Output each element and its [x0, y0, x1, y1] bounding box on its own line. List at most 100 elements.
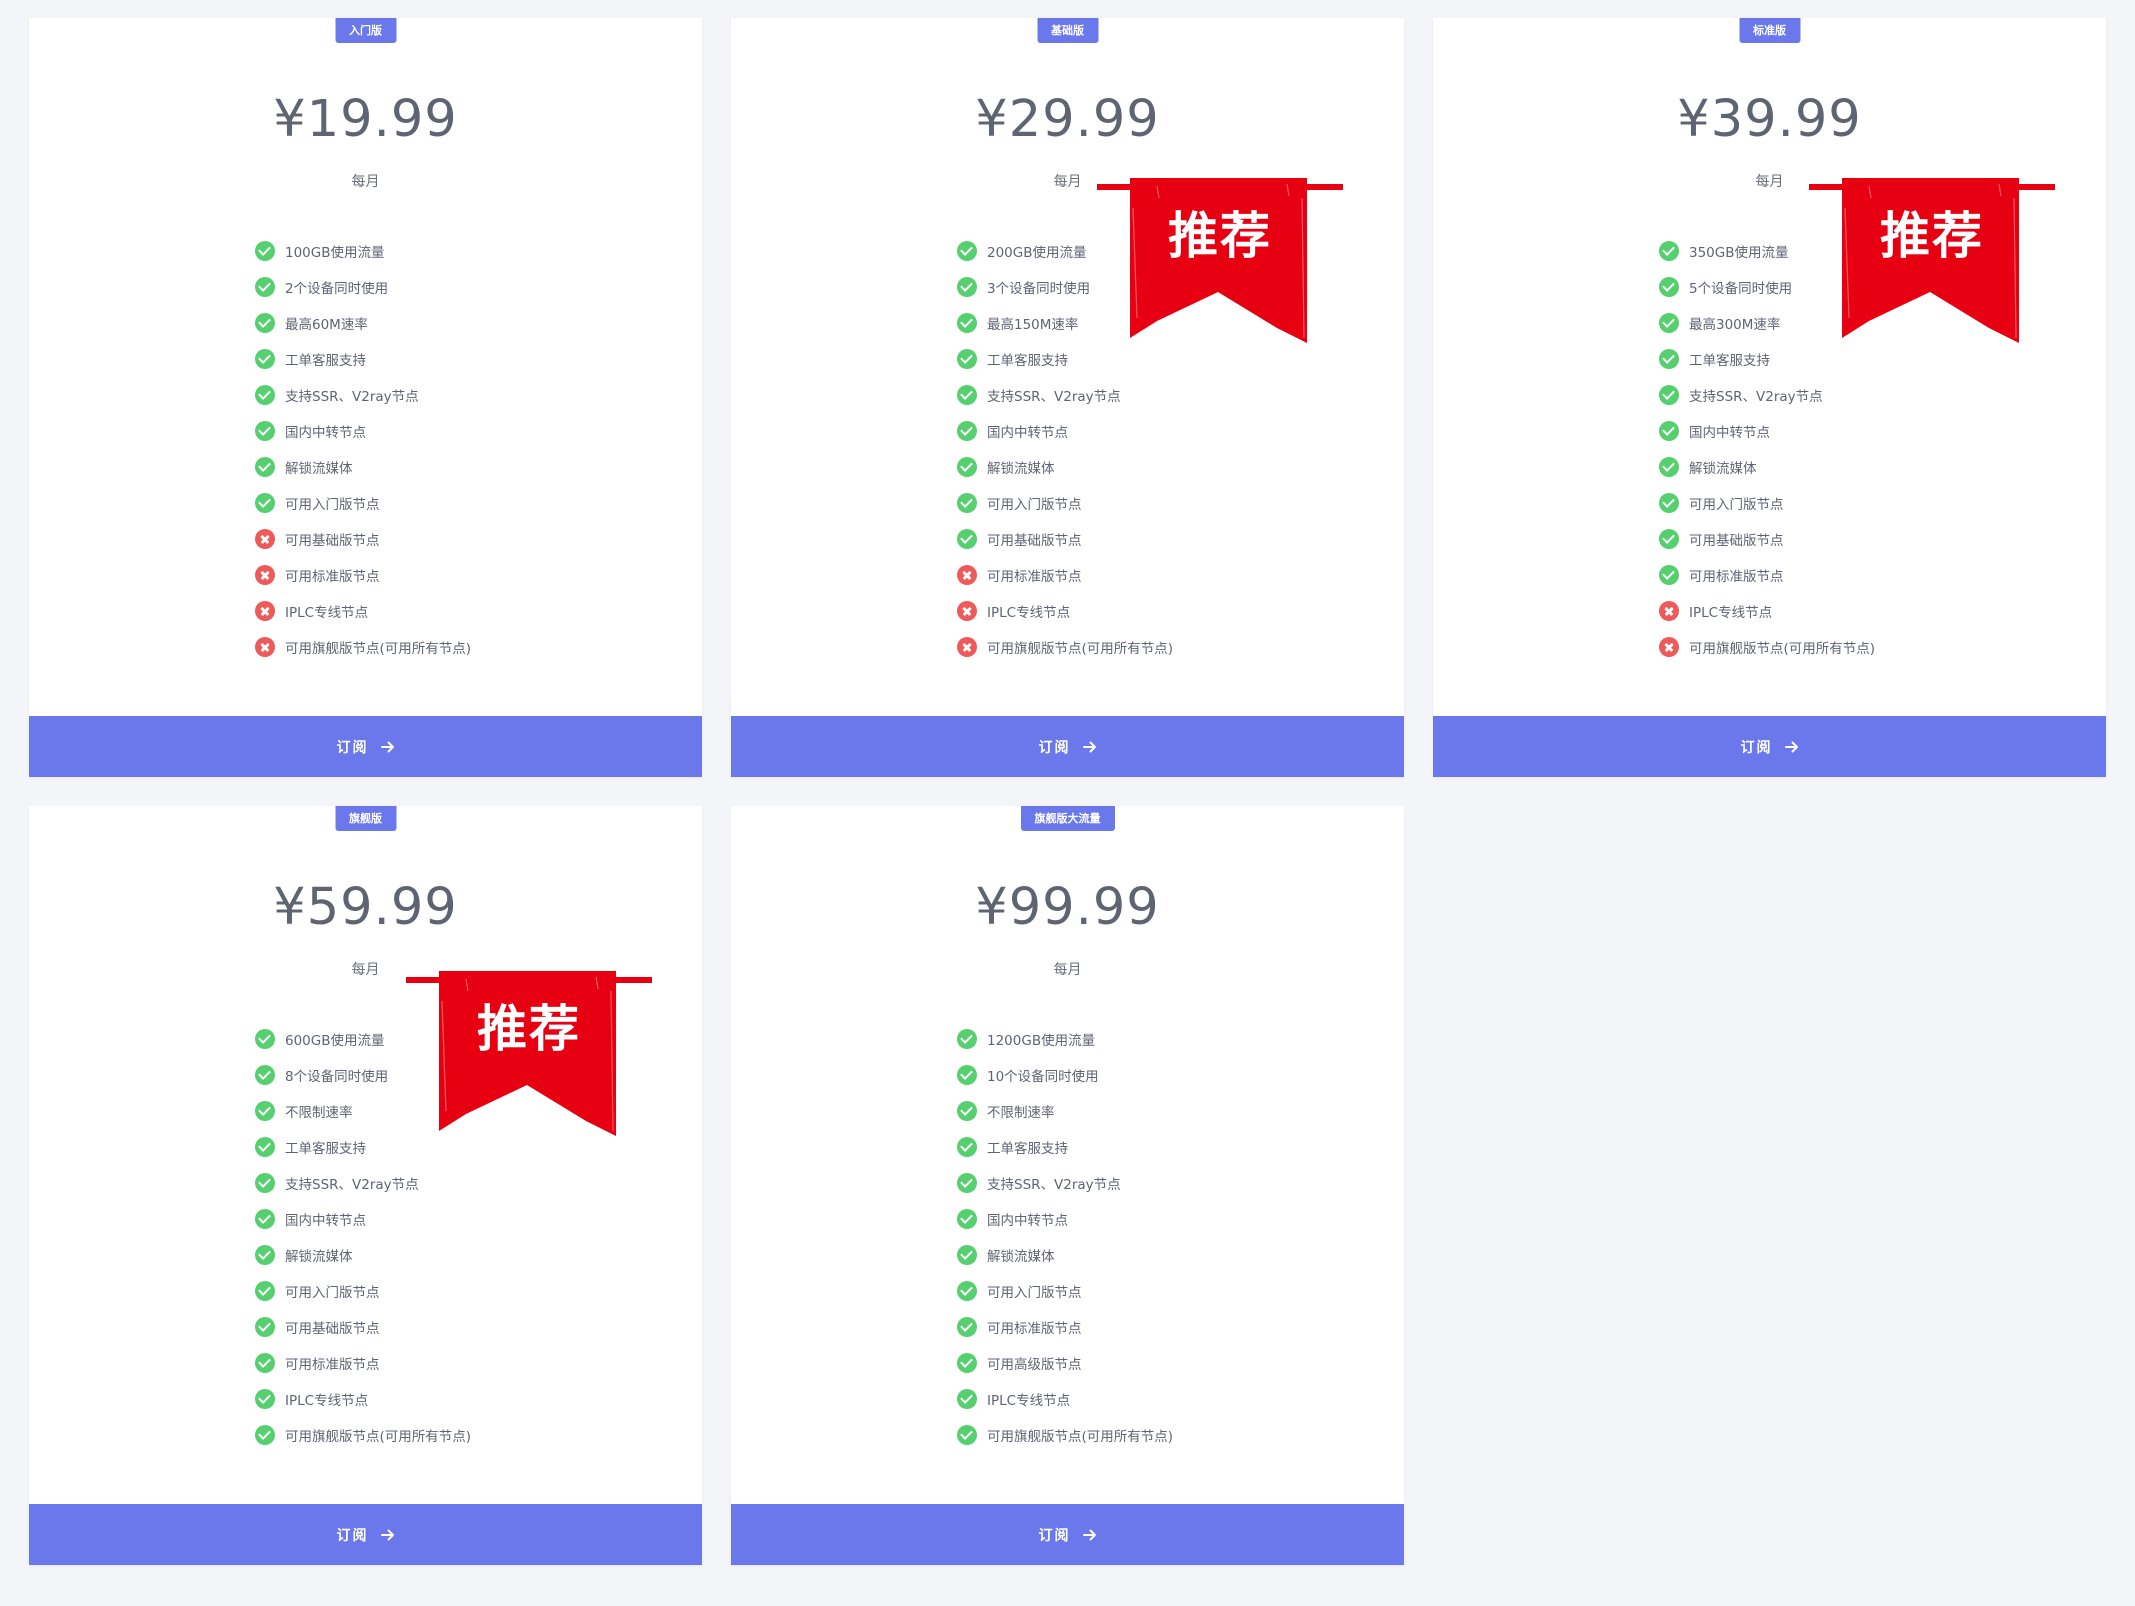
feature-item: 支持SSR、V2ray节点 — [255, 1165, 471, 1201]
feature-item: 解锁流媒体 — [1659, 449, 1875, 485]
check-circle-icon — [255, 1065, 275, 1085]
x-circle-icon — [1659, 637, 1679, 657]
feature-item: IPLC专线节点 — [957, 593, 1173, 629]
check-circle-icon — [1659, 385, 1679, 405]
check-circle-icon — [957, 1389, 977, 1409]
check-circle-icon — [255, 1389, 275, 1409]
plan-card-basic: 基础版 ¥29.99 每月 200GB使用流量 3个设备同时使用 最高150M速率工… — [731, 18, 1404, 777]
plan-price: ¥29.99 — [975, 90, 1160, 149]
feature-item: 解锁流媒体 — [957, 1237, 1173, 1273]
feature-item: 可用标准版节点 — [957, 1309, 1173, 1345]
feature-item: 解锁流媒体 — [957, 449, 1173, 485]
feature-text: 支持SSR、V2ray节点 — [987, 389, 1121, 405]
check-circle-icon — [255, 313, 275, 333]
ribbon-label: 推荐 — [1880, 206, 1984, 265]
feature-text: 工单客服支持 — [285, 353, 366, 369]
check-circle-icon — [1659, 421, 1679, 441]
plan-card-starter: 入门版 ¥19.99 每月 100GB使用流量 2个设备同时使用 最高60M速率 工单… — [29, 18, 702, 777]
subscribe-button[interactable]: 订阅 — [731, 716, 1404, 777]
check-circle-icon — [957, 457, 977, 477]
check-circle-icon — [255, 241, 275, 261]
feature-text: 不限制速率 — [285, 1105, 353, 1121]
feature-text: 600GB使用流量 — [285, 1033, 385, 1049]
feature-text: 可用入门版节点 — [987, 497, 1082, 513]
feature-text: 最高150M速率 — [987, 317, 1079, 333]
check-circle-icon — [957, 1317, 977, 1337]
feature-item: 可用基础版节点 — [957, 521, 1173, 557]
feature-text: 支持SSR、V2ray节点 — [1689, 389, 1823, 405]
feature-text: 国内中转节点 — [987, 425, 1068, 441]
feature-text: 可用基础版节点 — [285, 533, 380, 549]
arrow-right-icon — [1082, 741, 1096, 752]
subscribe-button[interactable]: 订阅 — [731, 1504, 1404, 1565]
feature-text: 工单客服支持 — [987, 1141, 1068, 1157]
check-circle-icon — [255, 1353, 275, 1373]
feature-text: 8个设备同时使用 — [285, 1069, 389, 1085]
plan-badge: 标准版 — [1739, 18, 1800, 43]
feature-text: 可用标准版节点 — [1689, 569, 1784, 585]
feature-text: 国内中转节点 — [285, 1213, 366, 1229]
feature-item: 支持SSR、V2ray节点 — [957, 377, 1173, 413]
check-circle-icon — [957, 241, 977, 261]
feature-item: IPLC专线节点 — [255, 1381, 471, 1417]
feature-text: 可用入门版节点 — [285, 497, 380, 513]
feature-item: 可用标准版节点 — [255, 557, 471, 593]
feature-item: 1200GB使用流量 — [957, 1021, 1173, 1057]
feature-item: 可用基础版节点 — [255, 1309, 471, 1345]
feature-text: 可用旗舰版节点(可用所有节点) — [987, 641, 1174, 657]
feature-text: 工单客服支持 — [987, 353, 1068, 369]
plan-card-flagship-high-traffic: 旗舰版大流量 ¥99.99 每月 1200GB使用流量 10个设备同时使用 不限制速… — [731, 806, 1404, 1565]
check-circle-icon — [255, 1209, 275, 1229]
check-circle-icon — [1659, 277, 1679, 297]
x-circle-icon — [255, 637, 275, 657]
feature-item: 可用基础版节点 — [255, 521, 471, 557]
check-circle-icon — [1659, 529, 1679, 549]
subscribe-button[interactable]: 订阅 — [29, 1504, 702, 1565]
feature-item: 工单客服支持 — [255, 341, 471, 377]
feature-text: 350GB使用流量 — [1689, 245, 1789, 261]
check-circle-icon — [1659, 457, 1679, 477]
arrow-right-icon — [380, 741, 394, 752]
ribbon-label: 推荐 — [1168, 206, 1272, 265]
feature-text: 不限制速率 — [987, 1105, 1055, 1121]
check-circle-icon — [957, 1209, 977, 1229]
feature-text: 可用旗舰版节点(可用所有节点) — [987, 1429, 1174, 1445]
x-circle-icon — [1659, 601, 1679, 621]
x-circle-icon — [957, 601, 977, 621]
ribbon-label: 推荐 — [477, 999, 581, 1058]
feature-item: 解锁流媒体 — [255, 1237, 471, 1273]
feature-item: 支持SSR、V2ray节点 — [957, 1165, 1173, 1201]
feature-item: IPLC专线节点 — [1659, 593, 1875, 629]
subscribe-button[interactable]: 订阅 — [29, 716, 702, 777]
feature-item: 国内中转节点 — [255, 413, 471, 449]
feature-item: 100GB使用流量 — [255, 233, 471, 269]
feature-text: 1200GB使用流量 — [987, 1033, 1096, 1049]
feature-text: 可用旗舰版节点(可用所有节点) — [1689, 641, 1876, 657]
recommended-ribbon: 推荐 — [1097, 178, 1343, 348]
subscribe-label: 订阅 — [1038, 1527, 1071, 1544]
x-circle-icon — [255, 601, 275, 621]
check-circle-icon — [957, 1281, 977, 1301]
feature-item: 不限制速率 — [957, 1093, 1173, 1129]
feature-text: IPLC专线节点 — [285, 1393, 369, 1409]
subscribe-button[interactable]: 订阅 — [1433, 716, 2106, 777]
feature-item: 国内中转节点 — [957, 1201, 1173, 1237]
feature-text: 200GB使用流量 — [987, 245, 1087, 261]
feature-item: 可用旗舰版节点(可用所有节点) — [957, 1417, 1173, 1453]
check-circle-icon — [957, 1137, 977, 1157]
feature-item: IPLC专线节点 — [957, 1381, 1173, 1417]
feature-item: 可用入门版节点 — [255, 485, 471, 521]
check-circle-icon — [255, 1245, 275, 1265]
feature-text: IPLC专线节点 — [285, 605, 369, 621]
plan-price: ¥19.99 — [273, 90, 458, 149]
feature-item: 可用标准版节点 — [1659, 557, 1875, 593]
check-circle-icon — [255, 1425, 275, 1445]
feature-item: 最高60M速率 — [255, 305, 471, 341]
check-circle-icon — [957, 493, 977, 513]
check-circle-icon — [255, 349, 275, 369]
plan-card-standard: 标准版 ¥39.99 每月 350GB使用流量 5个设备同时使用 最高300M速率工… — [1433, 18, 2106, 777]
feature-item: 解锁流媒体 — [255, 449, 471, 485]
check-circle-icon — [1659, 349, 1679, 369]
check-circle-icon — [957, 313, 977, 333]
feature-text: 可用标准版节点 — [285, 1357, 380, 1373]
